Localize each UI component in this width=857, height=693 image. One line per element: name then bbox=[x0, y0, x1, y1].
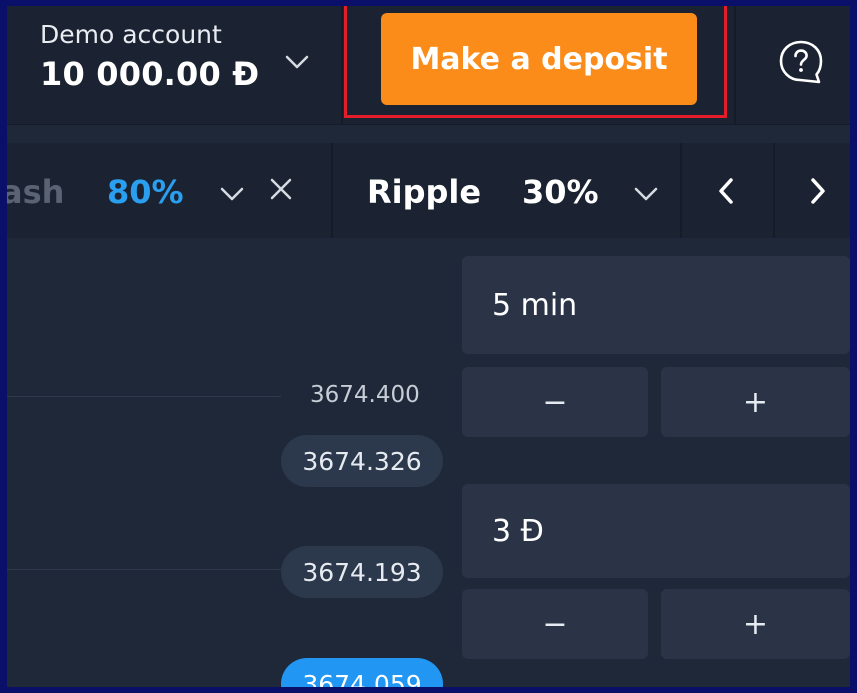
tab-divider bbox=[331, 143, 333, 238]
tab-asset-name[interactable]: Ripple bbox=[367, 173, 481, 211]
price-marker: 3674.326 bbox=[281, 435, 443, 487]
time-decrease-button[interactable]: − bbox=[462, 367, 648, 437]
chevron-down-icon[interactable] bbox=[282, 50, 312, 74]
header-divider bbox=[734, 6, 736, 125]
help-icon[interactable] bbox=[777, 38, 825, 86]
current-price-marker: 3674.059 bbox=[281, 658, 443, 687]
tab-asset-payout[interactable]: 80% bbox=[107, 173, 184, 211]
tab-divider bbox=[680, 143, 682, 238]
app-frame: Demo account 10 000.00 Đ Make a deposit … bbox=[7, 6, 850, 687]
chevron-right-icon[interactable] bbox=[807, 176, 829, 206]
tab-asset-name[interactable]: ash bbox=[7, 173, 64, 211]
account-type-label[interactable]: Demo account bbox=[40, 20, 222, 49]
chevron-down-icon[interactable] bbox=[219, 186, 245, 202]
tab-divider bbox=[773, 143, 775, 238]
chart-gridline bbox=[7, 396, 281, 397]
expiration-time-field[interactable]: 5 min bbox=[462, 256, 850, 354]
price-axis-label: 3674.400 bbox=[310, 382, 420, 408]
close-icon[interactable] bbox=[269, 177, 293, 201]
make-deposit-button[interactable]: Make a deposit bbox=[381, 13, 697, 105]
header-divider bbox=[341, 6, 343, 125]
amount-increase-button[interactable]: + bbox=[661, 589, 850, 659]
chevron-down-icon[interactable] bbox=[633, 186, 659, 202]
time-increase-button[interactable]: + bbox=[661, 367, 850, 437]
asset-tabs-bar: ash 80% Ripple 30% bbox=[7, 143, 850, 238]
trade-amount-field[interactable]: 3 Đ bbox=[462, 484, 850, 578]
price-chart[interactable]: 3674.400 3674.326 3674.193 3674.059 bbox=[7, 239, 457, 687]
account-balance[interactable]: 10 000.00 Đ bbox=[40, 55, 259, 93]
chart-gridline bbox=[7, 569, 281, 570]
price-marker: 3674.193 bbox=[281, 546, 443, 598]
top-header: Demo account 10 000.00 Đ Make a deposit bbox=[7, 6, 850, 125]
tab-asset-payout[interactable]: 30% bbox=[522, 173, 599, 211]
chevron-left-icon[interactable] bbox=[715, 176, 737, 206]
amount-decrease-button[interactable]: − bbox=[462, 589, 648, 659]
